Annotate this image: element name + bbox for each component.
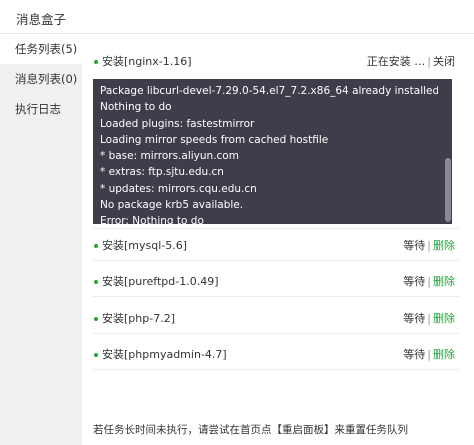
sidebar-item-message-list[interactable]: 消息列表(0) <box>0 64 82 94</box>
sidebar: 任务列表(5) 消息列表(0) 执行日志 <box>0 34 82 445</box>
console-output: Package libcurl-devel-7.29.0-54.el7_7.2.… <box>100 83 438 224</box>
sidebar-item-label: 消息列表(0) <box>15 72 78 86</box>
task-status: 等待 <box>403 239 426 252</box>
status-dot-icon <box>94 244 98 248</box>
status-dot-icon <box>94 317 98 321</box>
task-item-pureftpd: 安装[pureftpd-1.0.49] 等待 | 删除 <box>93 268 459 297</box>
title-bar: 消息盒子 <box>0 0 474 34</box>
task-status: 等待 <box>403 348 426 361</box>
console-line: Nothing to do <box>100 101 172 114</box>
console-scrollbar[interactable] <box>445 80 451 223</box>
console-line: Loaded plugins: fastestmirror <box>100 117 255 130</box>
task-actions: 等待 | 删除 <box>403 348 455 361</box>
task-header: 安装[nginx-1.16] 正在安装 … | 关闭 <box>93 48 459 76</box>
task-header: 安装[phpmyadmin-4.7] 等待 | 删除 <box>93 341 459 369</box>
task-item-phpmyadmin: 安装[phpmyadmin-4.7] 等待 | 删除 <box>93 341 459 370</box>
task-name: 安装[php-7.2] <box>102 312 175 325</box>
task-header: 安装[mysql-5.6] 等待 | 删除 <box>93 232 459 260</box>
task-list-panel: 安装[nginx-1.16] 正在安装 … | 关闭 Package libcurl… <box>82 34 474 445</box>
install-log-console[interactable]: Package libcurl-devel-7.29.0-54.el7_7.2.… <box>93 79 452 224</box>
close-task-button[interactable]: 关闭 <box>433 55 455 68</box>
console-line: Package libcurl-devel-7.29.0-54.el7_7.2.… <box>100 85 438 97</box>
console-line: No package krb5 available. <box>100 199 244 212</box>
scrollbar-thumb[interactable] <box>445 158 451 222</box>
task-header: 安装[php-7.2] 等待 | 删除 <box>93 305 459 333</box>
task-header: 安装[pureftpd-1.0.49] 等待 | 删除 <box>93 268 459 296</box>
status-dot-icon <box>94 353 98 357</box>
sidebar-item-label: 任务列表(5) <box>15 42 78 56</box>
task-status: 等待 <box>403 275 426 288</box>
delete-task-button[interactable]: 删除 <box>433 348 455 361</box>
task-name: 安装[phpmyadmin-4.7] <box>102 348 227 361</box>
task-actions: 等待 | 删除 <box>403 239 455 252</box>
task-name: 安装[nginx-1.16] <box>102 55 192 68</box>
window-title: 消息盒子 <box>16 12 67 27</box>
console-line: * updates: mirrors.cqu.edu.cn <box>100 182 257 195</box>
task-item-php: 安装[php-7.2] 等待 | 删除 <box>93 305 459 334</box>
delete-task-button[interactable]: 删除 <box>433 312 455 325</box>
console-line: Loading mirror speeds from cached hostfi… <box>100 133 329 146</box>
sidebar-item-task-list[interactable]: 任务列表(5) <box>0 34 82 64</box>
task-actions: 等待 | 删除 <box>403 275 455 288</box>
status-dot-icon <box>94 280 98 284</box>
task-actions: 等待 | 删除 <box>403 312 455 325</box>
console-line: * extras: ftp.sjtu.edu.cn <box>100 166 224 179</box>
sidebar-item-label: 执行日志 <box>15 102 61 116</box>
task-item-mysql: 安装[mysql-5.6] 等待 | 删除 <box>93 232 459 261</box>
delete-task-button[interactable]: 删除 <box>433 275 455 288</box>
footer-hint: 若任务长时间未执行，请尝试在首页点【重启面板】来重置任务队列 <box>93 424 408 436</box>
task-status: 正在安装 … <box>366 55 426 68</box>
task-status: 等待 <box>403 312 426 325</box>
console-line: * base: mirrors.aliyun.com <box>100 150 239 163</box>
status-dot-icon <box>94 60 98 64</box>
task-name: 安装[pureftpd-1.0.49] <box>102 275 219 288</box>
sidebar-item-execution-log[interactable]: 执行日志 <box>0 94 82 124</box>
delete-task-button[interactable]: 删除 <box>433 239 455 252</box>
console-line: Error: Nothing to do <box>100 215 204 224</box>
task-actions: 正在安装 … | 关闭 <box>366 55 455 68</box>
task-name: 安装[mysql-5.6] <box>102 239 188 252</box>
